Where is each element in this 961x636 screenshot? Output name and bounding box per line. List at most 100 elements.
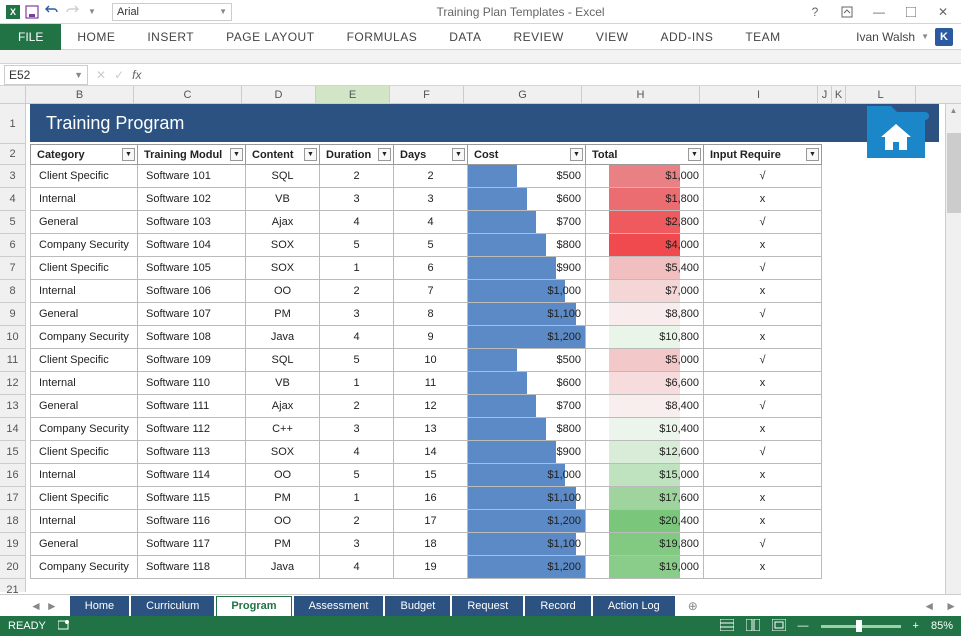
cell[interactable]: $800 bbox=[468, 418, 586, 441]
cell[interactable]: 8 bbox=[394, 303, 468, 326]
column-header-H[interactable]: H bbox=[582, 86, 700, 103]
cell[interactable]: Ajax bbox=[246, 395, 320, 418]
zoom-slider[interactable] bbox=[821, 625, 901, 628]
cell[interactable]: $10,800 bbox=[586, 326, 704, 349]
cell[interactable]: Software 109 bbox=[138, 349, 246, 372]
row-header-11[interactable]: 11 bbox=[0, 349, 25, 372]
cell[interactable]: Software 102 bbox=[138, 188, 246, 211]
maximize-icon[interactable] bbox=[899, 3, 923, 21]
ribbon-tab-page-layout[interactable]: PAGE LAYOUT bbox=[210, 25, 330, 49]
column-header-B[interactable]: B bbox=[26, 86, 134, 103]
cell[interactable]: 16 bbox=[394, 487, 468, 510]
cell[interactable]: SOX bbox=[246, 441, 320, 464]
column-header-F[interactable]: F bbox=[390, 86, 464, 103]
cell[interactable]: $500 bbox=[468, 349, 586, 372]
cell[interactable]: $1,200 bbox=[468, 510, 586, 533]
cell[interactable]: C++ bbox=[246, 418, 320, 441]
cell[interactable]: 2 bbox=[320, 510, 394, 533]
cell[interactable]: $2,800 bbox=[586, 211, 704, 234]
cell[interactable]: 14 bbox=[394, 441, 468, 464]
cell[interactable]: x bbox=[704, 418, 822, 441]
cell[interactable]: Ajax bbox=[246, 211, 320, 234]
cell[interactable]: 2 bbox=[320, 280, 394, 303]
column-header-K[interactable]: K bbox=[832, 86, 846, 103]
cell[interactable]: Internal bbox=[30, 372, 138, 395]
scroll-thumb[interactable] bbox=[947, 133, 961, 213]
cell[interactable]: Company Security bbox=[30, 418, 138, 441]
column-header-D[interactable]: D bbox=[242, 86, 316, 103]
row-header-9[interactable]: 9 bbox=[0, 303, 25, 326]
cell[interactable]: x bbox=[704, 326, 822, 349]
cell[interactable]: Java bbox=[246, 326, 320, 349]
undo-icon[interactable] bbox=[44, 4, 60, 20]
row-header-2[interactable]: 2 bbox=[0, 144, 25, 165]
cell[interactable]: Internal bbox=[30, 510, 138, 533]
cell[interactable]: Software 105 bbox=[138, 257, 246, 280]
cell[interactable]: OO bbox=[246, 464, 320, 487]
cell[interactable]: PM bbox=[246, 303, 320, 326]
cell[interactable]: General bbox=[30, 533, 138, 556]
home-navigation-icon[interactable] bbox=[861, 104, 931, 164]
cancel-formula-icon[interactable]: ✕ bbox=[96, 68, 106, 82]
zoom-slider-thumb[interactable] bbox=[856, 620, 862, 632]
spreadsheet-grid[interactable]: 123456789101112131415161718192021 Traini… bbox=[0, 104, 961, 592]
cell[interactable]: $1,200 bbox=[468, 556, 586, 579]
cell[interactable]: Internal bbox=[30, 464, 138, 487]
cell[interactable]: 13 bbox=[394, 418, 468, 441]
cell[interactable]: Company Security bbox=[30, 326, 138, 349]
column-header-J[interactable]: J bbox=[818, 86, 832, 103]
cell[interactable]: Client Specific bbox=[30, 441, 138, 464]
ribbon-tab-data[interactable]: DATA bbox=[433, 25, 497, 49]
cell[interactable]: Internal bbox=[30, 188, 138, 211]
sheet-tab-budget[interactable]: Budget bbox=[385, 596, 450, 616]
cell[interactable]: 5 bbox=[394, 234, 468, 257]
sheet-next-icon[interactable]: ► bbox=[46, 599, 58, 613]
cell[interactable]: SOX bbox=[246, 234, 320, 257]
ribbon-options-icon[interactable] bbox=[835, 3, 859, 21]
vertical-scrollbar[interactable]: ▲ bbox=[945, 104, 961, 594]
cell[interactable]: x bbox=[704, 556, 822, 579]
cell[interactable]: 2 bbox=[320, 395, 394, 418]
cell[interactable]: $900 bbox=[468, 257, 586, 280]
cell[interactable]: x bbox=[704, 188, 822, 211]
cell[interactable]: Software 107 bbox=[138, 303, 246, 326]
sheet-tab-record[interactable]: Record bbox=[525, 596, 590, 616]
cell[interactable]: $800 bbox=[468, 234, 586, 257]
help-icon[interactable]: ? bbox=[803, 3, 827, 21]
cell[interactable]: 18 bbox=[394, 533, 468, 556]
filter-dropdown-icon[interactable]: ▼ bbox=[806, 148, 819, 161]
cell[interactable]: $7,000 bbox=[586, 280, 704, 303]
cell[interactable]: $6,600 bbox=[586, 372, 704, 395]
cell[interactable]: OO bbox=[246, 280, 320, 303]
font-dropdown[interactable]: Arial▼ bbox=[112, 3, 232, 21]
cell[interactable]: $500 bbox=[468, 165, 586, 188]
cell[interactable]: VB bbox=[246, 372, 320, 395]
row-header-20[interactable]: 20 bbox=[0, 556, 25, 579]
cell[interactable]: x bbox=[704, 487, 822, 510]
filter-dropdown-icon[interactable]: ▼ bbox=[378, 148, 391, 161]
namebox-dropdown-icon[interactable]: ▼ bbox=[74, 70, 83, 80]
cell[interactable]: 10 bbox=[394, 349, 468, 372]
column-header-total[interactable]: Total▼ bbox=[586, 144, 704, 165]
cell[interactable]: √ bbox=[704, 257, 822, 280]
cell[interactable]: $600 bbox=[468, 372, 586, 395]
filter-dropdown-icon[interactable]: ▼ bbox=[122, 148, 135, 161]
ribbon-tab-review[interactable]: REVIEW bbox=[497, 25, 579, 49]
cell[interactable]: Software 111 bbox=[138, 395, 246, 418]
cell[interactable]: $19,000 bbox=[586, 556, 704, 579]
cell[interactable]: $19,800 bbox=[586, 533, 704, 556]
column-header-cost[interactable]: Cost▼ bbox=[468, 144, 586, 165]
filter-dropdown-icon[interactable]: ▼ bbox=[304, 148, 317, 161]
row-header-13[interactable]: 13 bbox=[0, 395, 25, 418]
sheet-prev-icon[interactable]: ◄ bbox=[30, 599, 42, 613]
cell[interactable]: $4,000 bbox=[586, 234, 704, 257]
cell[interactable]: x bbox=[704, 372, 822, 395]
cell[interactable]: 3 bbox=[320, 188, 394, 211]
cell[interactable]: PM bbox=[246, 487, 320, 510]
cell[interactable]: SQL bbox=[246, 349, 320, 372]
column-header-G[interactable]: G bbox=[464, 86, 582, 103]
cell[interactable]: √ bbox=[704, 303, 822, 326]
cell[interactable]: $1,000 bbox=[468, 464, 586, 487]
sheet-tab-home[interactable]: Home bbox=[70, 596, 129, 616]
cell[interactable]: OO bbox=[246, 510, 320, 533]
